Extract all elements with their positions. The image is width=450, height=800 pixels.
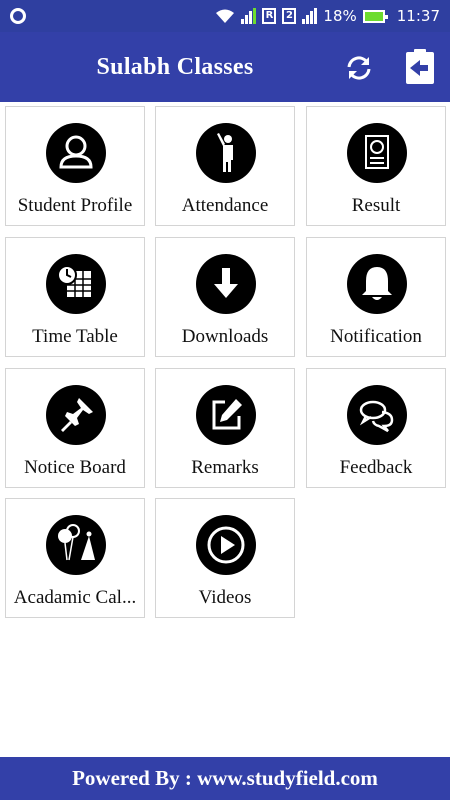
tile-label: Time Table [32, 326, 118, 347]
tile-label: Remarks [191, 457, 259, 478]
tile-time-table[interactable]: Time Table [5, 237, 145, 357]
battery-text: 18% [323, 7, 357, 25]
bell-icon [347, 254, 407, 314]
tile-feedback[interactable]: Feedback [306, 368, 446, 488]
tile-downloads[interactable]: Downloads [155, 237, 295, 357]
clock-calendar-icon [46, 254, 106, 314]
signal-2-icon [302, 8, 318, 24]
download-arrow-icon [196, 254, 256, 314]
tile-notification[interactable]: Notification [306, 237, 446, 357]
party-balloons-icon [46, 515, 106, 575]
clock-text: 11:37 [396, 7, 440, 25]
tile-label: Result [351, 195, 401, 216]
result-report-icon [347, 123, 407, 183]
tile-label: Videos [198, 587, 252, 608]
tile-attendance[interactable]: Attendance [155, 106, 295, 226]
refresh-button[interactable] [340, 52, 378, 84]
tile-label: Acadamic Cal... [13, 587, 137, 608]
tile-notice-board[interactable]: Notice Board [5, 368, 145, 488]
tile-label: Notification [330, 326, 422, 347]
app-bar: Sulabh Classes [0, 32, 450, 102]
edit-pen-icon [196, 385, 256, 445]
tile-student-profile[interactable]: Student Profile [5, 106, 145, 226]
tile-label: Downloads [181, 326, 269, 347]
person-icon [46, 123, 106, 183]
sim2-indicator: 2 [282, 8, 297, 24]
logout-button[interactable] [404, 48, 436, 86]
app-title: Sulabh Classes [96, 54, 254, 80]
refresh-icon [347, 56, 371, 80]
tile-academic-calendar[interactable]: Acadamic Cal... [5, 498, 145, 618]
raised-hand-icon [196, 123, 256, 183]
tile-label: Student Profile [17, 195, 133, 216]
tile-label: Attendance [181, 195, 269, 216]
logout-icon [406, 49, 434, 84]
wifi-icon [216, 9, 235, 23]
sim1-indicator: R [262, 8, 277, 24]
battery-icon [362, 9, 388, 23]
app-notification-icon [10, 8, 26, 24]
status-bar: R 2 18% 11:37 [0, 0, 450, 32]
footer-powered-by[interactable]: Powered By : www.studyfield.com [0, 757, 450, 800]
tile-remarks[interactable]: Remarks [155, 368, 295, 488]
tile-label: Feedback [339, 457, 413, 478]
pushpin-icon [46, 385, 106, 445]
tile-videos[interactable]: Videos [155, 498, 295, 618]
tile-result[interactable]: Result [306, 106, 446, 226]
signal-icon [241, 8, 257, 24]
play-circle-icon [196, 515, 256, 575]
chat-bubbles-icon [347, 385, 407, 445]
tile-label: Notice Board [24, 457, 126, 478]
